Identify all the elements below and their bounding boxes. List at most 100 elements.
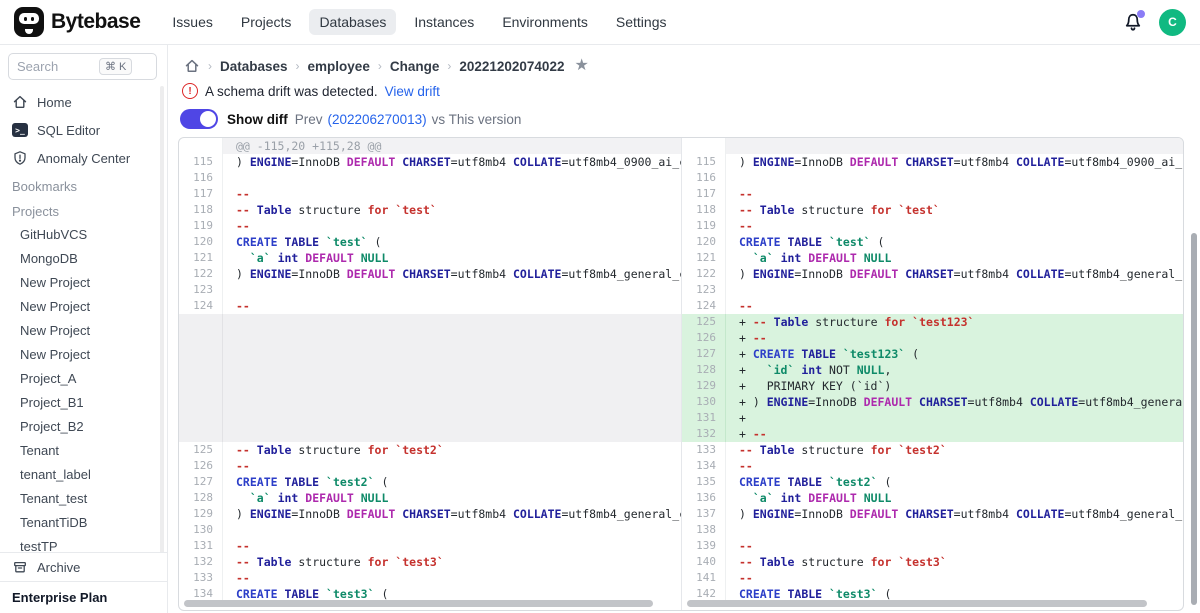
project-item[interactable]: testTP	[0, 534, 167, 552]
search-input[interactable]	[17, 59, 95, 74]
diff-placeholder-row	[179, 426, 681, 442]
diff-added-row: 131+	[682, 410, 1183, 426]
breadcrumb-item-change[interactable]: Change	[390, 59, 440, 74]
project-item[interactable]: tenant_label	[0, 462, 167, 486]
code-line: ) ENGINE=InnoDB DEFAULT CHARSET=utf8mb4 …	[726, 154, 1183, 170]
diff-row: 116	[682, 170, 1183, 186]
bytebase-logo-icon	[14, 7, 44, 37]
nav-item-environments[interactable]: Environments	[492, 9, 598, 35]
breadcrumb: ›Databases›employee›Change›2022120207402…	[168, 45, 1200, 74]
search-shortcut-badge: ⌘ K	[99, 58, 132, 75]
code-line: ) ENGINE=InnoDB DEFAULT CHARSET=utf8mb4 …	[223, 266, 681, 282]
vertical-scrollbar[interactable]	[1191, 233, 1197, 605]
nav-item-instances[interactable]: Instances	[404, 9, 484, 35]
project-item[interactable]: MongoDB	[0, 246, 167, 270]
diff-row: 133-- Table structure for `test2`	[682, 442, 1183, 458]
code-line: + `id` int NOT NULL,	[726, 362, 1183, 378]
line-number: 119	[179, 218, 223, 234]
horizontal-scrollbar-right[interactable]	[687, 600, 1147, 607]
line-number: 132	[179, 554, 223, 570]
project-item[interactable]: New Project	[0, 294, 167, 318]
line-number: 123	[179, 282, 223, 298]
project-item[interactable]: Project_B1	[0, 390, 167, 414]
diff-hunk-header: @@ -115,20 +115,28 @@	[179, 138, 681, 154]
nav-item-settings[interactable]: Settings	[606, 9, 677, 35]
breadcrumb-separator: ›	[208, 59, 212, 73]
breadcrumb-item-databases[interactable]: Databases	[220, 59, 288, 74]
show-diff-toggle[interactable]	[180, 109, 218, 129]
diff-row: 134--	[682, 458, 1183, 474]
code-line: `a` int DEFAULT NULL	[726, 490, 1183, 506]
line-number: 131	[682, 410, 726, 426]
code-line	[223, 394, 681, 410]
view-drift-link[interactable]: View drift	[385, 84, 440, 99]
line-number: 118	[682, 202, 726, 218]
code-line: ) ENGINE=InnoDB DEFAULT CHARSET=utf8mb4 …	[726, 506, 1183, 522]
schema-diff-panel: @@ -115,20 +115,28 @@ 115) ENGINE=InnoDB…	[178, 137, 1184, 611]
line-number: 129	[179, 506, 223, 522]
project-item[interactable]: Project_A	[0, 366, 167, 390]
project-item[interactable]: GitHubVCS	[0, 222, 167, 246]
breadcrumb-item-20221202074022[interactable]: 20221202074022	[459, 59, 564, 74]
horizontal-scrollbar-left[interactable]	[184, 600, 653, 607]
code-line	[223, 378, 681, 394]
home-icon[interactable]	[184, 58, 200, 74]
code-line	[726, 282, 1183, 298]
sidebar-item-label: Anomaly Center	[37, 151, 130, 166]
bookmark-star-icon[interactable]: ★	[574, 58, 588, 74]
line-number: 124	[179, 298, 223, 314]
line-number: 140	[682, 554, 726, 570]
user-avatar[interactable]: C	[1159, 9, 1186, 36]
diff-row: 136 `a` int DEFAULT NULL	[682, 490, 1183, 506]
diff-row: 129) ENGINE=InnoDB DEFAULT CHARSET=utf8m…	[179, 506, 681, 522]
diff-added-row: 125+ -- Table structure for `test123`	[682, 314, 1183, 330]
diff-placeholder-row	[179, 378, 681, 394]
nav-item-projects[interactable]: Projects	[231, 9, 302, 35]
code-line: +	[726, 410, 1183, 426]
code-line	[223, 410, 681, 426]
project-item[interactable]: TenantTiDB	[0, 510, 167, 534]
sidebar-item-home[interactable]: Home	[0, 88, 167, 116]
sql-editor-icon: >_	[12, 122, 28, 138]
search-box[interactable]: ⌘ K	[8, 53, 157, 80]
bytebase-logo[interactable]: Bytebase	[14, 7, 140, 37]
sidebar-item-sql-editor[interactable]: >_SQL Editor	[0, 116, 167, 144]
sidebar-scrollbar[interactable]	[160, 86, 164, 552]
nav-item-databases[interactable]: Databases	[309, 9, 396, 35]
notification-dot	[1137, 10, 1145, 18]
line-number	[179, 346, 223, 362]
line-number: 135	[682, 474, 726, 490]
sidebar-item-anomaly-center[interactable]: Anomaly Center	[0, 144, 167, 172]
line-number: 120	[682, 234, 726, 250]
project-item[interactable]: Tenant	[0, 438, 167, 462]
notifications-bell-icon[interactable]	[1123, 12, 1143, 32]
code-line	[223, 346, 681, 362]
code-line: --	[726, 186, 1183, 202]
breadcrumb-separator: ›	[447, 59, 451, 73]
prev-version-link[interactable]: (202206270013)	[328, 112, 427, 127]
code-line: CREATE TABLE `test` (	[223, 234, 681, 250]
diff-row: 117--	[179, 186, 681, 202]
diff-row: 117--	[682, 186, 1183, 202]
project-item[interactable]: New Project	[0, 318, 167, 342]
line-number: 124	[682, 298, 726, 314]
diff-added-row: 128+ `id` int NOT NULL,	[682, 362, 1183, 378]
code-line: --	[223, 218, 681, 234]
code-line: + CREATE TABLE `test123` (	[726, 346, 1183, 362]
diff-row: 120CREATE TABLE `test` (	[682, 234, 1183, 250]
diff-placeholder-row	[179, 330, 681, 346]
breadcrumb-item-employee[interactable]: employee	[308, 59, 370, 74]
project-item[interactable]: New Project	[0, 270, 167, 294]
diff-row: 116	[179, 170, 681, 186]
project-item[interactable]: Project_B2	[0, 414, 167, 438]
plan-badge: Enterprise Plan	[0, 581, 167, 613]
code-line: + --	[726, 426, 1183, 442]
nav-item-issues[interactable]: Issues	[162, 9, 222, 35]
diff-pane-previous: @@ -115,20 +115,28 @@ 115) ENGINE=InnoDB…	[179, 138, 681, 610]
project-item[interactable]: Tenant_test	[0, 486, 167, 510]
sidebar-scroll-area: Home>_SQL EditorAnomaly Center Bookmarks…	[0, 84, 167, 552]
code-line: --	[223, 570, 681, 586]
line-number: 131	[179, 538, 223, 554]
project-item[interactable]: New Project	[0, 342, 167, 366]
sidebar-item-archive[interactable]: Archive	[0, 553, 167, 581]
